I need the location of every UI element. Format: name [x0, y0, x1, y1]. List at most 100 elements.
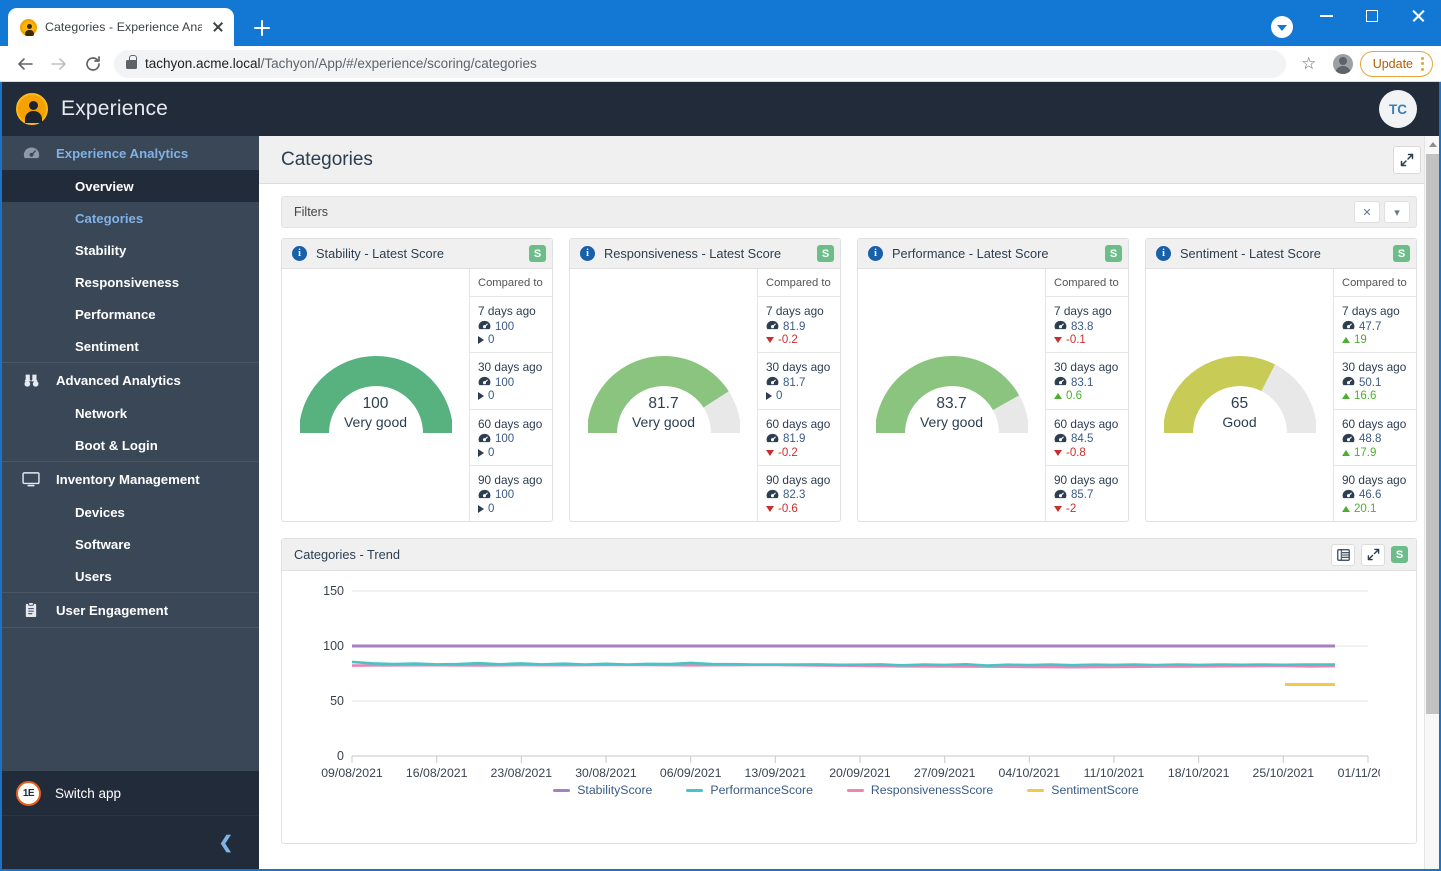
- score-cards: i Stability - Latest Score S 100 Very go…: [281, 238, 1417, 522]
- favicon-icon: [20, 18, 37, 36]
- sidebar-item-sentiment[interactable]: Sentiment: [2, 330, 259, 362]
- compare-period: 7 days ago: [1342, 304, 1400, 318]
- svg-text:30/08/2021: 30/08/2021: [575, 766, 637, 780]
- legend-item-responsiveness[interactable]: ResponsivenessScore: [846, 783, 993, 797]
- menu-kebab-icon[interactable]: [1421, 56, 1424, 71]
- sidebar-item-label: Devices: [75, 504, 125, 520]
- browser-tab[interactable]: Categories - Experience Analytics: [8, 8, 234, 46]
- chevron-left-icon: ❮: [218, 832, 233, 852]
- compare-period: 90 days ago: [1342, 472, 1407, 487]
- sidebar: Experience Analytics Overview Categories…: [2, 136, 259, 869]
- update-button[interactable]: Update: [1359, 50, 1433, 77]
- compare-delta: 0: [478, 447, 552, 459]
- url-input[interactable]: tachyon.acme.local/Tachyon/App/#/experie…: [114, 49, 1286, 78]
- sidebar-item-experience-analytics[interactable]: Experience Analytics: [2, 136, 259, 170]
- scrollbar-thumb[interactable]: [1426, 154, 1439, 714]
- expand-icon[interactable]: [1361, 543, 1385, 566]
- chevron-down-icon[interactable]: [1271, 16, 1293, 38]
- switch-app-button[interactable]: 1E Switch app: [2, 771, 259, 815]
- compare-header: Compared to: [1334, 269, 1416, 297]
- back-button[interactable]: [8, 47, 42, 81]
- reload-button[interactable]: [76, 47, 110, 81]
- bookmark-star-icon[interactable]: ☆: [1292, 47, 1326, 81]
- sidebar-item-label: Overview: [75, 178, 134, 194]
- compare-row: 90 days ago 46.6 20.1: [1334, 466, 1416, 521]
- scroll-up-arrow-icon[interactable]: [1425, 136, 1440, 152]
- legend-label: PerformanceScore: [710, 783, 813, 797]
- sidebar-group-inventory-management: Inventory Management Devices Software Us…: [2, 462, 259, 593]
- info-icon[interactable]: i: [292, 246, 307, 261]
- down-arrow-icon: [1054, 449, 1062, 456]
- switch-app-label: Switch app: [55, 785, 122, 801]
- browser-window: Categories - Experience Analytics tachyo…: [0, 0, 1441, 871]
- legend-item-sentiment[interactable]: SentimentScore: [1027, 783, 1139, 797]
- legend-swatch: [686, 788, 704, 792]
- status-badge[interactable]: S: [1391, 546, 1408, 563]
- avatar[interactable]: TC: [1379, 90, 1417, 128]
- chart-legend: StabilityScore PerformanceScore Responsi…: [290, 781, 1402, 811]
- compare-period: 30 days ago: [1054, 360, 1119, 375]
- legend-item-stability[interactable]: StabilityScore: [553, 783, 652, 797]
- minimize-button[interactable]: [1303, 0, 1349, 32]
- gauge-value-block: 65 Good: [1164, 395, 1316, 431]
- sidebar-item-stability[interactable]: Stability: [2, 234, 259, 266]
- card-title: Sentiment - Latest Score: [1180, 246, 1321, 261]
- legend-swatch: [1027, 788, 1045, 792]
- gauge-value-block: 83.7 Very good: [876, 395, 1028, 431]
- sidebar-item-label: Experience Analytics: [56, 145, 189, 161]
- info-icon[interactable]: i: [580, 246, 595, 261]
- chevron-down-icon[interactable]: ▾: [1384, 201, 1410, 223]
- compare-period: 7 days ago: [766, 304, 824, 318]
- gauge-chart: 65 Good: [1163, 349, 1316, 441]
- trend-header: Categories - Trend S: [282, 539, 1416, 571]
- status-badge[interactable]: S: [1105, 245, 1122, 262]
- svg-text:06/09/2021: 06/09/2021: [660, 766, 722, 780]
- gauge-rating: Very good: [343, 413, 408, 430]
- sidebar-item-categories[interactable]: Categories: [2, 202, 259, 234]
- sidebar-item-performance[interactable]: Performance: [2, 298, 259, 330]
- compare-row: 7 days ago 100 0: [470, 297, 552, 354]
- svg-text:18/10/2021: 18/10/2021: [1168, 766, 1230, 780]
- sidebar-item-label: Inventory Management: [56, 471, 200, 487]
- compare-row: 90 days ago 100 0: [470, 466, 552, 521]
- sidebar-item-label: Software: [75, 536, 131, 552]
- close-window-button[interactable]: [1395, 0, 1441, 32]
- close-icon[interactable]: ✕: [1354, 201, 1380, 223]
- status-badge[interactable]: S: [1393, 245, 1410, 262]
- sidebar-item-devices[interactable]: Devices: [2, 496, 259, 528]
- info-icon[interactable]: i: [1156, 246, 1171, 261]
- sidebar-item-users[interactable]: Users: [2, 560, 259, 592]
- forward-button[interactable]: [42, 47, 76, 81]
- compare-period: 30 days ago: [766, 360, 831, 375]
- status-badge[interactable]: S: [529, 245, 546, 262]
- sidebar-item-inventory-management[interactable]: Inventory Management: [2, 462, 259, 496]
- profile-avatar-icon[interactable]: [1326, 47, 1360, 81]
- monitor-icon: [18, 471, 44, 487]
- table-icon[interactable]: [1331, 543, 1355, 566]
- vertical-scrollbar[interactable]: [1424, 136, 1439, 869]
- gauge-mini-icon: [478, 320, 491, 333]
- sidebar-item-advanced-analytics[interactable]: Advanced Analytics: [2, 363, 259, 397]
- score-card-responsiveness: i Responsiveness - Latest Score S 81.7 V…: [569, 238, 841, 522]
- sidebar-item-responsiveness[interactable]: Responsiveness: [2, 266, 259, 298]
- expand-icon[interactable]: [1393, 145, 1421, 174]
- info-icon[interactable]: i: [868, 246, 883, 261]
- sidebar-item-boot-login[interactable]: Boot & Login: [2, 429, 259, 461]
- sidebar-item-software[interactable]: Software: [2, 528, 259, 560]
- legend-item-performance[interactable]: PerformanceScore: [686, 783, 813, 797]
- y-tick-label: 150: [323, 584, 344, 598]
- close-icon[interactable]: [210, 19, 226, 35]
- gauge-mini-icon: [766, 320, 779, 333]
- sidebar-item-network[interactable]: Network: [2, 397, 259, 429]
- flat-arrow-icon: [478, 504, 484, 513]
- new-tab-button[interactable]: [248, 14, 276, 42]
- status-badge[interactable]: S: [817, 245, 834, 262]
- sidebar-item-user-engagement[interactable]: User Engagement: [2, 593, 259, 627]
- sidebar-collapse-button[interactable]: ❮: [2, 815, 259, 869]
- sidebar-item-overview[interactable]: Overview: [2, 170, 259, 202]
- compare-period: 60 days ago: [478, 416, 543, 431]
- compare-value: 82.3: [766, 489, 840, 502]
- maximize-button[interactable]: [1349, 0, 1395, 32]
- compare-value: 85.7: [1054, 489, 1128, 502]
- svg-text:09/08/2021: 09/08/2021: [321, 766, 383, 780]
